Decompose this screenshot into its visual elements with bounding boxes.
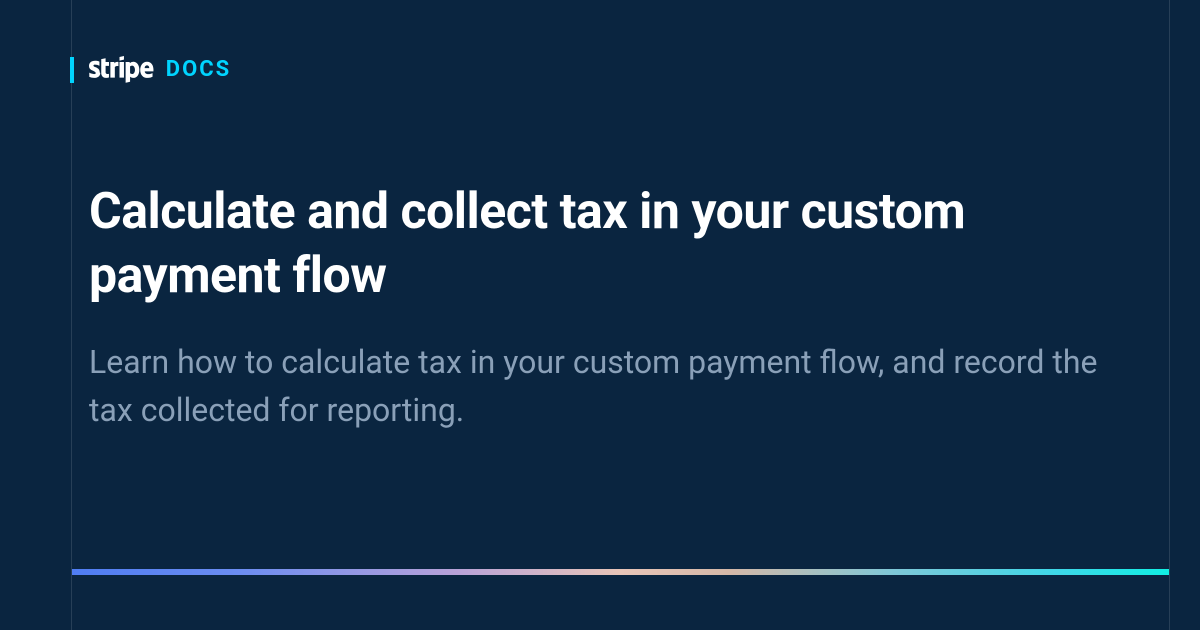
header: DOCS (89, 56, 231, 83)
gradient-bar (72, 569, 1169, 575)
content-area: Calculate and collect tax in your custom… (89, 180, 1110, 434)
page-subtitle: Learn how to calculate tax in your custo… (89, 338, 1110, 434)
page-title: Calculate and collect tax in your custom… (89, 180, 1110, 308)
accent-bar (70, 57, 74, 83)
decorative-line-left (71, 0, 72, 630)
decorative-line-right (1169, 0, 1170, 630)
docs-label: DOCS (166, 57, 231, 82)
stripe-logo (89, 56, 154, 83)
